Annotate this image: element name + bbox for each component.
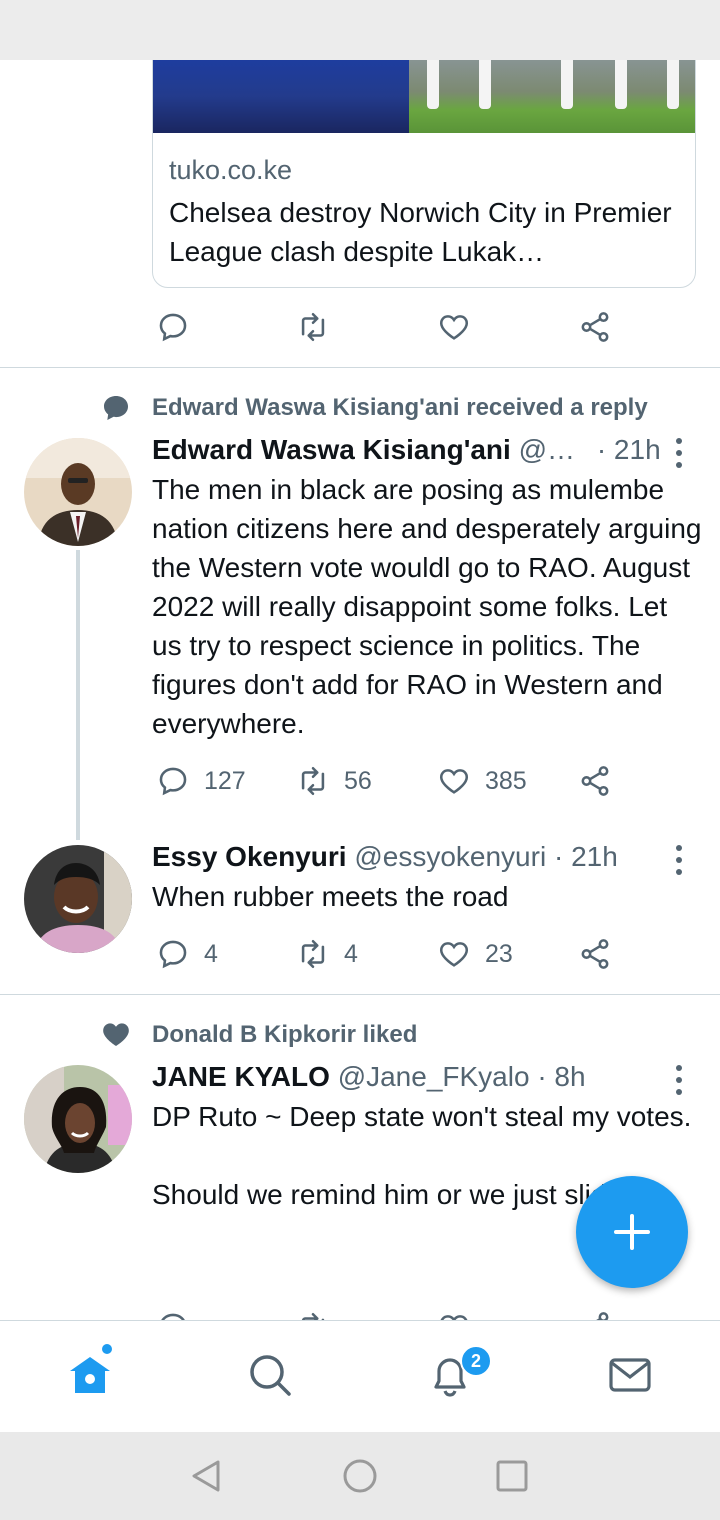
reply-button[interactable]: 127 — [156, 764, 246, 798]
retweet-count: 4 — [344, 939, 358, 968]
notification-badge: 2 — [460, 1345, 492, 1377]
display-name[interactable]: JANE KYALO — [152, 1061, 330, 1092]
heart-icon — [439, 315, 469, 340]
share-button[interactable] — [578, 1310, 612, 1320]
reply-button[interactable]: 4 — [156, 937, 218, 971]
link-card-image — [153, 60, 695, 133]
display-name[interactable]: Essy Okenyuri — [152, 841, 347, 872]
handle[interactable]: @Jane_FKyalo — [338, 1061, 530, 1092]
reply-count: 4 — [204, 939, 218, 968]
bottom-tab-bar — [0, 1320, 720, 1433]
home-new-content-dot — [102, 1344, 112, 1354]
tweet-text[interactable]: The men in black are posing as mulembe n… — [152, 470, 702, 743]
heart-filled-icon — [103, 1023, 129, 1046]
reply-bubble-icon — [104, 396, 128, 420]
thread-line — [76, 550, 80, 840]
divider — [0, 367, 720, 368]
retweet-button[interactable] — [296, 310, 330, 344]
retweet-count: 56 — [344, 766, 372, 795]
link-card[interactable]: tuko.co.ke Chelsea destroy Norwich City … — [152, 60, 696, 288]
divider — [0, 994, 720, 995]
retweet-icon — [301, 939, 325, 969]
handle[interactable]: @… — [519, 434, 575, 465]
retweet-button[interactable]: 56 — [296, 764, 372, 798]
display-name[interactable]: Edward Waswa Kisiang'ani — [152, 434, 511, 465]
search-icon[interactable] — [246, 1351, 294, 1399]
tweet-header: Edward Waswa Kisiang'ani @… · 21h — [152, 434, 661, 466]
share-button[interactable] — [578, 310, 612, 344]
home-nav-icon[interactable] — [342, 1458, 378, 1494]
more-options-button[interactable] — [676, 438, 684, 474]
reply-button[interactable] — [156, 310, 190, 344]
retweet-icon — [301, 312, 325, 342]
avatar[interactable] — [24, 438, 132, 546]
like-count: 23 — [485, 939, 513, 968]
share-icon — [596, 1312, 609, 1320]
tweet-header: Essy Okenyuri @essyokenyuri · 21h — [152, 841, 618, 873]
share-icon — [581, 312, 609, 342]
like-button[interactable]: 23 — [437, 937, 513, 971]
recents-icon[interactable] — [494, 1458, 530, 1494]
retweet-icon — [301, 1312, 325, 1320]
reply-button[interactable] — [156, 1310, 190, 1320]
reply-icon — [159, 767, 187, 796]
reply-count: 127 — [204, 766, 246, 795]
tweet-header: JANE KYALO @Jane_FKyalo · 8h — [152, 1061, 586, 1093]
social-context[interactable]: Donald B Kipkorir liked — [152, 1021, 417, 1049]
retweet-button[interactable] — [296, 1310, 330, 1320]
status-bar — [0, 0, 720, 60]
timestamp[interactable]: · 21h — [597, 434, 661, 465]
timestamp[interactable]: · 21h — [554, 841, 618, 872]
link-card-domain: tuko.co.ke — [169, 155, 293, 185]
like-button[interactable]: 385 — [437, 764, 527, 798]
share-button[interactable] — [578, 937, 612, 971]
reply-icon — [161, 1313, 185, 1320]
more-options-button[interactable] — [676, 845, 684, 881]
like-button[interactable] — [437, 1310, 471, 1320]
reply-icon — [159, 313, 187, 342]
compose-tweet-button[interactable] — [576, 1176, 688, 1288]
messages-icon[interactable] — [606, 1351, 654, 1399]
heart-icon — [440, 1315, 468, 1320]
system-navigation-bar — [0, 1432, 720, 1520]
heart-icon — [439, 942, 469, 967]
like-count: 385 — [485, 766, 527, 795]
heart-icon — [439, 769, 469, 794]
more-options-button[interactable] — [676, 1065, 684, 1101]
share-icon — [581, 766, 609, 796]
avatar[interactable] — [24, 845, 132, 953]
handle[interactable]: @essyokenyuri — [354, 841, 546, 872]
share-icon — [581, 939, 609, 969]
retweet-button[interactable]: 4 — [296, 937, 358, 971]
tweet-text[interactable]: When rubber meets the road — [152, 877, 702, 916]
timestamp[interactable]: · 8h — [537, 1061, 585, 1092]
reply-icon — [159, 940, 187, 969]
home-icon[interactable] — [66, 1351, 114, 1399]
like-button[interactable] — [437, 310, 471, 344]
link-card-title: Chelsea destroy Norwich City in Premier … — [169, 197, 672, 267]
social-context[interactable]: Edward Waswa Kisiang'ani received a repl… — [152, 394, 648, 422]
share-button[interactable] — [578, 764, 612, 798]
back-icon[interactable] — [188, 1458, 224, 1494]
plus-icon — [614, 1214, 650, 1250]
retweet-icon — [301, 766, 325, 796]
avatar[interactable] — [24, 1065, 132, 1173]
timeline-feed[interactable]: tuko.co.ke Chelsea destroy Norwich City … — [0, 60, 720, 1320]
